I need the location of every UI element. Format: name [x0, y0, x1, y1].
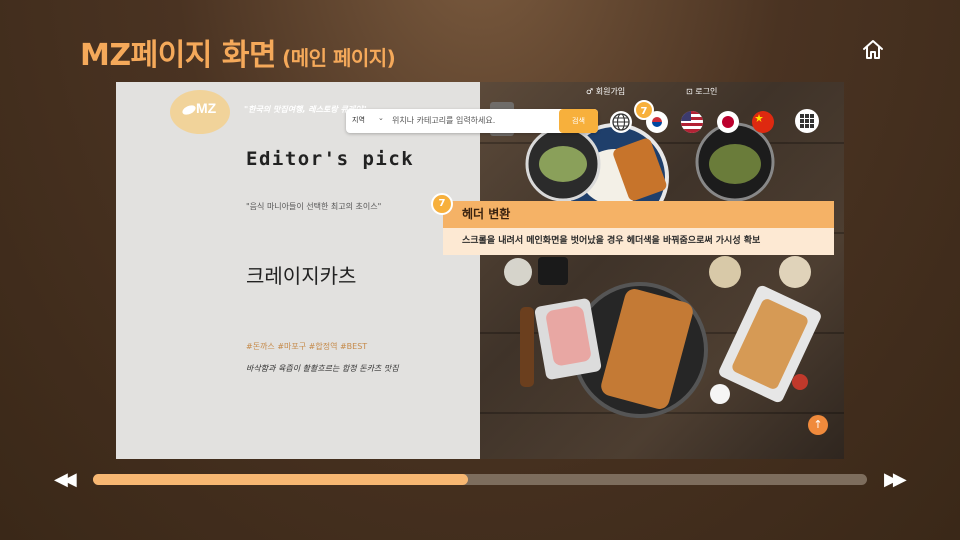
fast-forward-icon[interactable]: ▶▶	[884, 469, 907, 490]
signup-link[interactable]: ♂ 회원가입	[586, 86, 625, 97]
screenshot-frame: MZ "한국의 맛집여행, 레스토랑 큐레이" ♂ 회원가입 ⊡ 로그인 지역 …	[116, 82, 844, 459]
annotation-title: 헤더 변환	[443, 201, 834, 228]
section-subtitle: "음식 마니아들이 선택한 최고의 초이스"	[246, 202, 382, 211]
region-select[interactable]: 지역	[352, 115, 365, 125]
search-bar: 지역 ⌄ 위치나 카테고리를 입력하세요. 검색	[346, 109, 598, 133]
site-logo[interactable]: MZ	[170, 90, 230, 134]
login-link[interactable]: ⊡ 로그인	[686, 86, 717, 97]
arrow-up-icon[interactable]: ↑	[808, 415, 828, 435]
slide-title-sub: (메인 페이지)	[282, 46, 396, 70]
search-button[interactable]: 검색	[559, 109, 598, 133]
japan-flag-icon[interactable]	[717, 111, 739, 133]
logo-text: MZ	[196, 100, 217, 116]
rewind-icon[interactable]: ◀◀	[54, 469, 77, 490]
usa-flag-icon[interactable]	[681, 111, 703, 133]
annotation-badge-header: 7	[634, 100, 654, 120]
food-photo	[480, 82, 844, 459]
restaurant-tags[interactable]: #돈까스 #마포구 #합정역 #BEST	[246, 341, 367, 352]
progress-bar[interactable]	[93, 474, 867, 485]
grid-menu-icon[interactable]	[795, 109, 819, 133]
slide-title: MZ페이지 화면 (메인 페이지)	[80, 30, 396, 74]
section-title: Editor's pick	[246, 148, 415, 170]
person-icon: ♂	[586, 87, 594, 96]
annotation-badge: 7	[431, 193, 453, 215]
restaurant-name[interactable]: 크레이지카츠	[246, 260, 356, 289]
annotation-callout: 헤더 변환 스크롤을 내려서 메인화면을 벗어났을 경우 헤더색을 바꿔줌으로써…	[443, 201, 834, 255]
home-icon[interactable]	[860, 37, 886, 63]
globe-icon[interactable]	[610, 111, 632, 133]
restaurant-description: 바삭함과 육즙이 촬촬흐르는 합정 돈카츠 맛집	[246, 364, 399, 373]
login-icon: ⊡	[686, 87, 693, 96]
china-flag-icon[interactable]	[752, 111, 774, 133]
search-input[interactable]: 위치나 카테고리를 입력하세요.	[392, 115, 495, 126]
progress-fill	[93, 474, 469, 485]
chevron-down-icon[interactable]: ⌄	[378, 114, 384, 122]
slide-title-main: MZ페이지 화면	[80, 38, 277, 73]
annotation-body: 스크롤을 내려서 메인화면을 벗어났을 경우 헤더색을 바꿔줌으로써 가시성 확…	[443, 228, 834, 255]
